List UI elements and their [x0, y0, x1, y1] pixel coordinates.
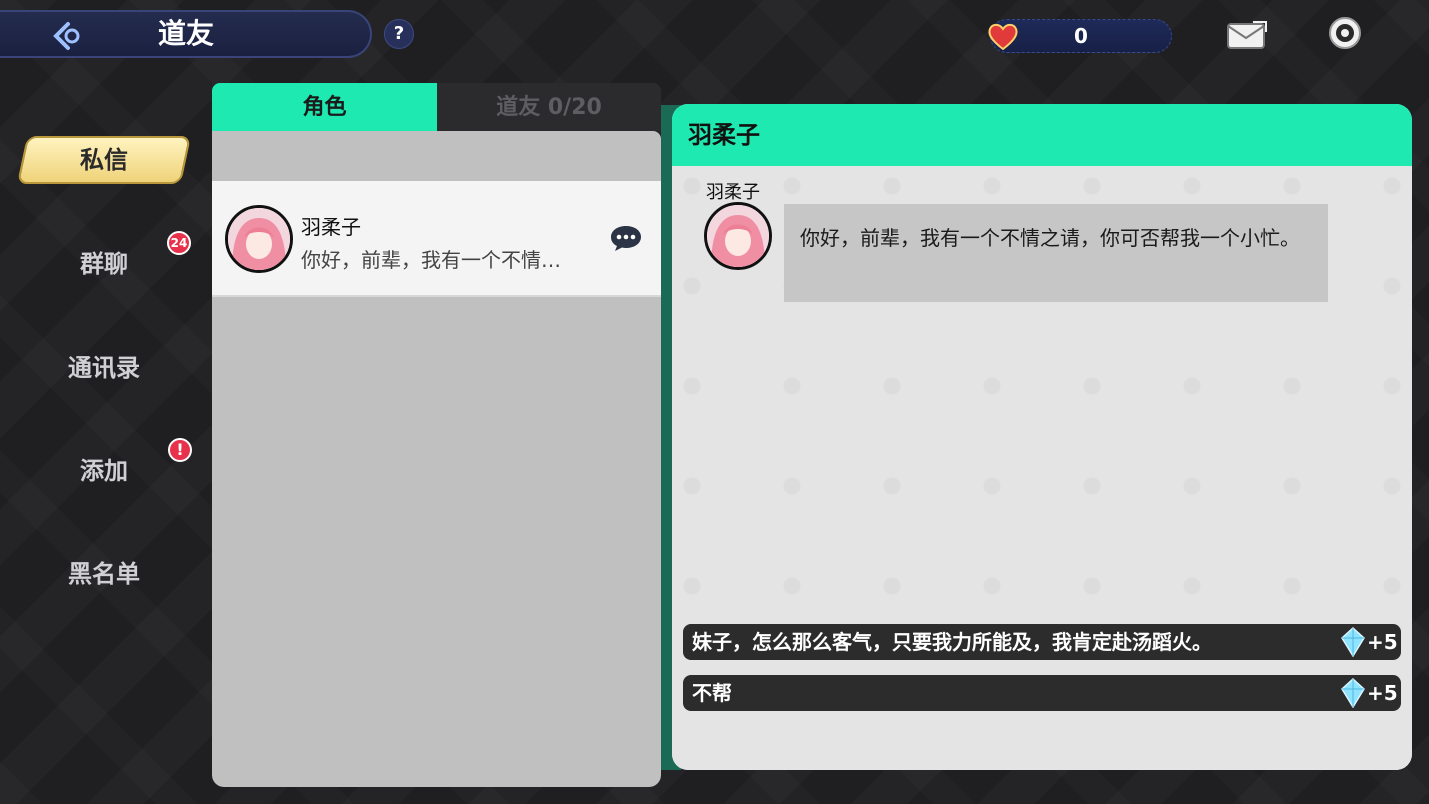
message-bubble: 你好，前辈，我有一个不情之请，你可否帮我一个小忙。 [784, 204, 1328, 302]
reply-reward: +5 [1367, 681, 1398, 705]
nav-blacklist[interactable]: 黑名单 [30, 554, 178, 594]
nav-contacts[interactable]: 通讯录 [30, 348, 178, 388]
reply-reward: +5 [1367, 630, 1398, 654]
message-sender-name: 羽柔子 [706, 182, 760, 203]
add-alert-badge: ! [168, 438, 192, 462]
help-button[interactable]: ? [384, 19, 414, 49]
conversation-row[interactable]: 羽柔子 你好，前辈，我有一个不情… [212, 181, 661, 297]
reply-option-help[interactable]: 妹子，怎么那么客气，只要我力所能及，我肯定赴汤蹈火。 +5 [683, 624, 1401, 660]
back-arrow-icon[interactable] [48, 20, 88, 52]
reply-option-text: 妹子，怎么那么客气，只要我力所能及，我肯定赴汤蹈火。 [692, 630, 1212, 654]
chat-bubble-icon[interactable] [609, 223, 643, 253]
reply-option-refuse[interactable]: 不帮 +5 [683, 675, 1401, 711]
hearts-counter: 0 [988, 19, 1172, 53]
chat-header: 羽柔子 [672, 104, 1412, 166]
tab-role[interactable]: 角色 [212, 83, 437, 131]
chat-panel: 羽柔子 羽柔子 你好，前辈，我有一个不情之请，你可否帮我一个小忙。 妹子，怎么那… [672, 104, 1412, 770]
title-bar: 道友 [0, 10, 372, 58]
crystal-icon [1341, 627, 1365, 657]
sender-avatar [704, 202, 772, 270]
nav-add[interactable]: 添加 [30, 451, 178, 491]
mail-icon[interactable] [1225, 18, 1269, 52]
conversation-preview: 你好，前辈，我有一个不情… [301, 248, 561, 272]
crystal-icon [1341, 678, 1365, 708]
chat-header-name: 羽柔子 [688, 121, 760, 149]
group-chat-badge: 24 [167, 231, 191, 255]
conversation-name: 羽柔子 [301, 215, 361, 239]
reply-option-text: 不帮 [692, 681, 732, 705]
nav-group-chat[interactable]: 群聊 [30, 244, 178, 284]
gear-icon[interactable] [1327, 15, 1363, 51]
avatar [225, 205, 293, 273]
hearts-value: 0 [1074, 24, 1088, 48]
tab-friends[interactable]: 道友 0/20 [437, 83, 661, 131]
nav-private-message[interactable]: 私信 [22, 136, 186, 184]
